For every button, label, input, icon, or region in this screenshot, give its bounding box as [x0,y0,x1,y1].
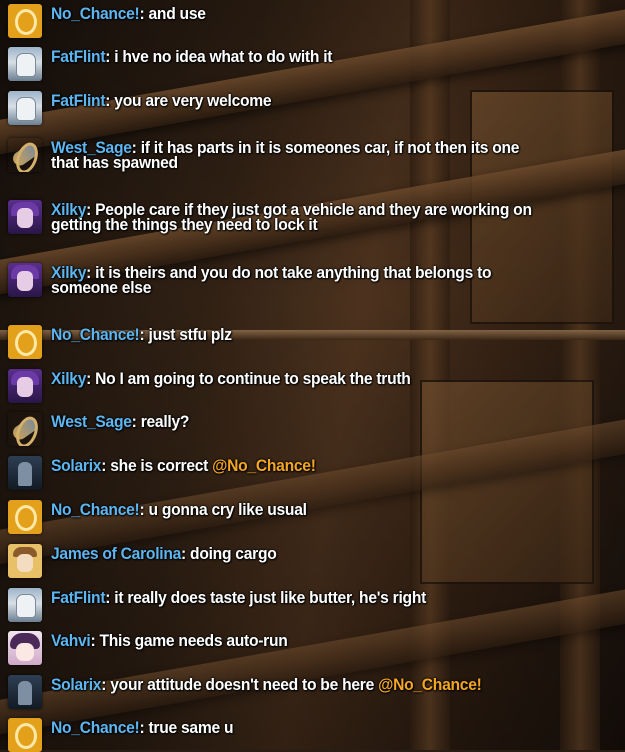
message-text: : i hve no idea what to do with it [105,47,333,66]
chat-message: Solarix: your attitude doesn't need to b… [8,675,608,709]
username[interactable]: Solarix [51,675,102,694]
chat-message: FatFlint: you are very welcome [8,91,608,125]
chat-message: Vahvi: This game needs auto-run [8,631,608,665]
purple-character-icon[interactable] [8,263,42,297]
username[interactable]: Solarix [51,456,102,475]
username[interactable]: Vahvi [51,631,91,650]
message-text: : doing cargo [181,544,277,563]
username[interactable]: No_Chance! [51,718,140,737]
mention[interactable]: @No_Chance! [212,456,316,475]
chat-message: Xilky: People care if they just got a ve… [8,200,608,234]
username[interactable]: No_Chance! [51,4,140,23]
chat-message: No_Chance!: just stfu plz [8,325,608,359]
orange-ring-icon[interactable] [8,718,42,752]
chat-message: No_Chance!: and use [8,4,608,38]
message-text: : just stfu plz [139,325,232,344]
message-text: : she is correct [101,456,213,475]
message-text: : true same u [139,718,234,737]
dark-soldier-icon[interactable] [8,456,42,490]
message-text: : People care if they just got a vehicle… [51,200,532,234]
username[interactable]: FatFlint [51,91,106,110]
chat-message: FatFlint: i hve no idea what to do with … [8,47,608,81]
message-text: : you are very welcome [105,91,272,110]
orange-ring-icon[interactable] [8,4,42,38]
chat-message: James of Carolina: doing cargo [8,544,608,578]
username[interactable]: Xilky [51,369,86,388]
message-text: : your attitude doesn't need to be here [101,675,379,694]
chat-message: West_Sage: if it has parts in it is some… [8,138,608,172]
message-text: : u gonna cry like usual [139,500,307,519]
knight-helmet-icon[interactable] [8,588,42,622]
message-text: : No I am going to continue to speak the… [86,369,411,388]
chat-message: FatFlint: it really does taste just like… [8,588,608,622]
mention[interactable]: @No_Chance! [378,675,482,694]
username[interactable]: No_Chance! [51,500,140,519]
orange-ring-icon[interactable] [8,325,42,359]
orange-ring-icon[interactable] [8,500,42,534]
knight-helmet-icon[interactable] [8,47,42,81]
chat-message: No_Chance!: true same u [8,718,608,752]
username[interactable]: FatFlint [51,47,106,66]
chat-message: Solarix: she is correct @No_Chance! [8,456,608,490]
message-text: : This game needs auto-run [90,631,288,650]
username[interactable]: West_Sage [51,412,132,431]
purple-character-icon[interactable] [8,200,42,234]
knight-helmet-icon[interactable] [8,91,42,125]
chat-message: No_Chance!: u gonna cry like usual [8,500,608,534]
chat-feed: No_Chance!: and use FatFlint: i hve no i… [0,0,625,752]
message-text: : really? [131,412,190,431]
purple-character-icon[interactable] [8,369,42,403]
swirl-emblem-icon[interactable] [8,412,42,446]
chat-message: Xilky: it is theirs and you do not take … [8,263,608,297]
portrait-icon[interactable] [8,544,42,578]
swirl-emblem-icon[interactable] [8,138,42,172]
username[interactable]: James of Carolina [51,544,181,563]
dark-soldier-icon[interactable] [8,675,42,709]
username[interactable]: FatFlint [51,588,106,607]
message-text: : it really does taste just like butter,… [105,588,427,607]
username[interactable]: No_Chance! [51,325,140,344]
message-text: : it is theirs and you do not take anyth… [51,263,492,297]
anime-girl-icon[interactable] [8,631,42,665]
chat-message: West_Sage: really? [8,412,608,446]
chat-message: Xilky: No I am going to continue to spea… [8,369,608,403]
message-text: : and use [139,4,206,23]
